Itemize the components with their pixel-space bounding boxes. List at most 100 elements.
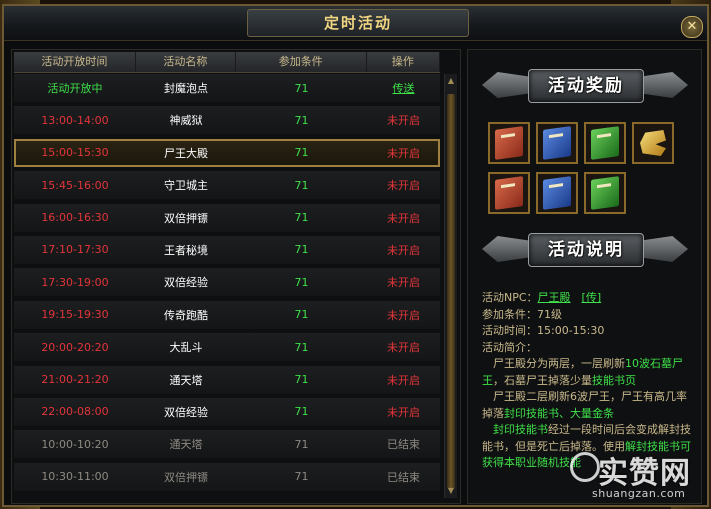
activity-status: 未开启 <box>387 341 420 355</box>
reward-slot[interactable] <box>632 122 674 164</box>
activity-condition: 71 <box>294 275 309 289</box>
activity-time: 20:00-20:20 <box>41 340 109 354</box>
activity-time: 17:10-17:30 <box>41 243 109 257</box>
rewards-banner-plate: 活动奖励 <box>528 69 644 103</box>
scrollbar[interactable]: ▲ ▼ <box>444 74 457 498</box>
table-row[interactable]: 17:30-19:00 双倍经验 71 未开启 <box>14 268 440 297</box>
activity-status: 未开启 <box>387 308 420 322</box>
activity-condition: 71 <box>294 373 309 387</box>
activity-condition: 71 <box>294 340 309 354</box>
condition-label: 参加条件： <box>482 307 537 321</box>
activity-time: 15:45-16:00 <box>41 178 109 192</box>
scroll-down-icon[interactable]: ▼ <box>446 486 456 496</box>
title-bar: 定时活动 ✕ <box>4 6 707 41</box>
activity-status: 未开启 <box>387 146 420 160</box>
watermark-url: shuangzan.com <box>592 487 686 500</box>
red-skill-book-icon <box>495 126 523 160</box>
activity-rows: 活动开放中 封魔泡点 71 传送 13:00-14:00 神威狱 71 未开启 15:00-15… <box>14 74 440 495</box>
npc-teleport-link[interactable]: [传] <box>582 291 602 304</box>
table-row[interactable]: 20:00-20:20 大乱斗 71 未开启 <box>14 333 440 362</box>
activity-name: 尸王大殿 <box>164 146 208 160</box>
activity-name: 大乱斗 <box>169 341 203 355</box>
activity-time: 21:00-21:20 <box>41 373 109 387</box>
table-row[interactable]: 21:00-21:20 通天塔 71 未开启 <box>14 365 440 394</box>
table-row[interactable]: 15:45-16:00 守卫城主 71 未开启 <box>14 171 440 200</box>
watermark: 实赞网 shuangzan.com <box>568 440 708 506</box>
activity-time: 10:30-11:00 <box>41 470 109 484</box>
table-row[interactable]: 15:00-15:30 尸王大殿 71 未开启 <box>14 138 440 167</box>
rewards-banner-title: 活动奖励 <box>548 76 624 96</box>
activity-condition: 71 <box>294 308 309 322</box>
description-banner: 活动说明 <box>482 230 688 268</box>
activity-condition: 71 <box>294 81 309 95</box>
reward-slot[interactable] <box>536 172 578 214</box>
reward-slot[interactable] <box>584 172 626 214</box>
table-header: 活动开放时间 活动名称 参加条件 操作 <box>14 52 440 73</box>
activity-name: 封魔泡点 <box>164 82 208 95</box>
reward-slot[interactable] <box>584 122 626 164</box>
intro-p1-d: 技能书页 <box>592 373 636 387</box>
activity-condition: 71 <box>294 470 309 484</box>
activity-time: 10:00-10:20 <box>41 437 109 451</box>
npc-link[interactable]: 尸王殿 <box>538 291 571 304</box>
activity-time: 22:00-08:00 <box>41 405 109 419</box>
activity-time: 活动开放中 <box>47 82 103 95</box>
intro-p1-c: ，石墓尸王掉落少量 <box>493 373 592 387</box>
blue-skill-book-icon <box>543 176 571 210</box>
activity-name: 神威狱 <box>169 114 203 128</box>
timed-activity-window: 定时活动 ✕ 活动开放时间 活动名称 参加条件 操作 活动开放中 封魔泡点 71 传送… <box>2 4 709 507</box>
scroll-thumb[interactable] <box>447 94 455 489</box>
activity-name: 传奇跑酷 <box>164 308 208 322</box>
activity-condition: 71 <box>294 146 309 160</box>
intro-p3-a: 封印技能书 <box>482 423 548 436</box>
reward-slot[interactable] <box>488 172 530 214</box>
close-button[interactable]: ✕ <box>681 16 703 38</box>
npc-line: 活动NPC：尸王殿 [传] <box>482 290 696 307</box>
table-row[interactable]: 22:00-08:00 双倍经验 71 未开启 <box>14 397 440 426</box>
activity-status: 未开启 <box>387 373 420 387</box>
activity-status: 未开启 <box>387 211 420 225</box>
activity-name: 通天塔 <box>169 373 203 387</box>
scroll-up-icon[interactable]: ▲ <box>446 76 456 86</box>
column-header-action: 操作 <box>367 52 440 72</box>
column-header-time: 活动开放时间 <box>14 52 136 72</box>
reward-slot[interactable] <box>536 122 578 164</box>
activity-status: 已结束 <box>387 470 420 484</box>
table-row[interactable]: 16:00-16:30 双倍押镖 71 未开启 <box>14 203 440 232</box>
activity-status: 未开启 <box>387 276 420 290</box>
activity-name: 双倍经验 <box>164 276 208 290</box>
teleport-link[interactable]: 传送 <box>367 80 440 96</box>
reward-slot[interactable] <box>488 122 530 164</box>
activity-name: 王者秘境 <box>164 243 208 257</box>
column-header-name: 活动名称 <box>136 52 236 72</box>
description-banner-plate: 活动说明 <box>528 233 644 267</box>
intro-paragraph-1: 尸王殿分为两层，一层刷新10波石墓尸王，石墓尸王掉落少量技能书页 <box>482 356 696 389</box>
table-row[interactable]: 10:30-11:00 双倍押镖 71 已结束 <box>14 462 440 491</box>
activity-list-panel: 活动开放时间 活动名称 参加条件 操作 活动开放中 封魔泡点 71 传送 13:00-1… <box>11 49 461 504</box>
table-row[interactable]: 10:00-10:20 通天塔 71 已结束 <box>14 430 440 459</box>
activity-name: 双倍押镖 <box>164 470 208 484</box>
title-plate: 定时活动 <box>247 9 469 37</box>
banner-wing-left-icon <box>482 72 534 98</box>
rewards-banner: 活动奖励 <box>482 66 688 104</box>
activity-condition: 71 <box>294 437 309 451</box>
table-row[interactable]: 13:00-14:00 神威狱 71 未开启 <box>14 106 440 135</box>
intro-paragraph-2: 尸王殿二层刷新6波尸王，尸王有高几率掉落封印技能书、大量金条 <box>482 389 696 422</box>
activity-condition: 71 <box>294 211 309 225</box>
activity-status: 未开启 <box>387 179 420 193</box>
banner-wing-left-icon <box>482 236 534 262</box>
activity-time: 16:00-16:30 <box>41 211 109 225</box>
activity-time: 19:15-19:30 <box>41 308 109 322</box>
red-skill-book-icon <box>495 176 523 210</box>
table-row[interactable]: 19:15-19:30 传奇跑酷 71 未开启 <box>14 300 440 329</box>
time-line: 活动时间：15:00-15:30 <box>482 323 696 340</box>
activity-name: 通天塔 <box>169 438 203 452</box>
table-row[interactable]: 17:10-17:30 王者秘境 71 未开启 <box>14 235 440 264</box>
activity-name: 守卫城主 <box>164 179 208 193</box>
table-row[interactable]: 活动开放中 封魔泡点 71 传送 <box>14 74 440 102</box>
activity-name: 双倍经验 <box>164 405 208 419</box>
watermark-logo-icon <box>570 452 600 482</box>
activity-name: 双倍押镖 <box>164 211 208 225</box>
activity-condition: 71 <box>294 113 309 127</box>
condition-line: 参加条件：71级 <box>482 307 696 324</box>
